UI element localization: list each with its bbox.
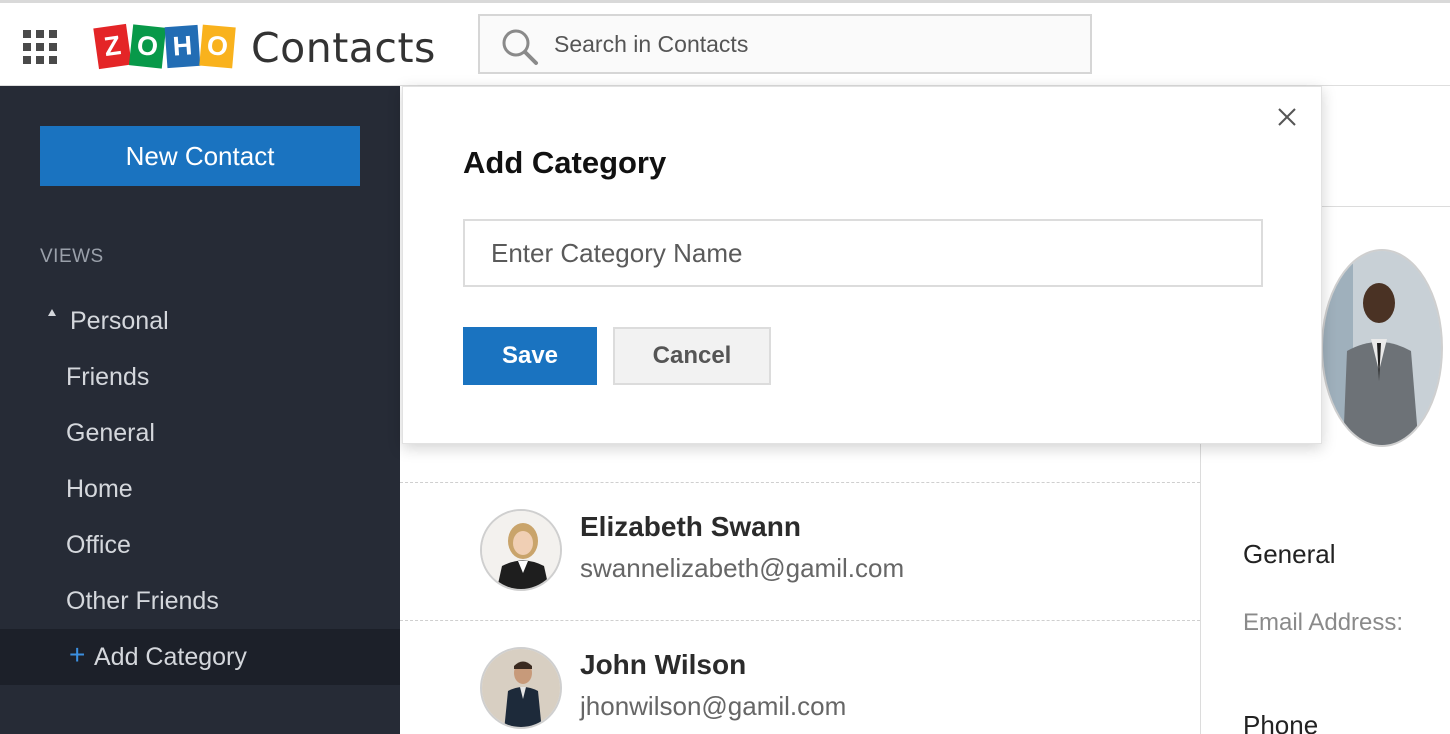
- logo-letter: H: [164, 24, 201, 68]
- contact-name: John Wilson: [580, 649, 747, 680]
- contact-email: jhonwilson@gamil.com: [580, 691, 847, 721]
- top-bar: Z O H O Contacts: [0, 0, 1450, 86]
- close-icon[interactable]: [1275, 105, 1299, 129]
- apps-grid-icon[interactable]: [23, 30, 57, 64]
- add-category-dialog: Add Category Save Cancel: [402, 86, 1322, 444]
- sidebar-item-friends[interactable]: Friends: [0, 349, 400, 405]
- search-input[interactable]: [554, 16, 1074, 72]
- add-category-label: Add Category: [94, 642, 247, 671]
- app-window: Z O H O Contacts New Contact VIEWS Perso…: [0, 0, 1450, 734]
- sidebar-item-general[interactable]: General: [0, 405, 400, 461]
- sidebar-item-label: Personal: [70, 306, 169, 335]
- sidebar-item-other-friends[interactable]: Other Friends: [0, 573, 400, 629]
- caret-up-icon: [48, 309, 56, 316]
- category-name-input[interactable]: [463, 219, 1263, 287]
- sidebar-item-home[interactable]: Home: [0, 461, 400, 517]
- sidebar-item-personal[interactable]: Personal: [0, 293, 400, 349]
- sidebar-item-label: Other Friends: [66, 586, 219, 615]
- phone-label: Phone: [1243, 710, 1319, 734]
- contact-email: swannelizabeth@gamil.com: [580, 553, 905, 583]
- sidebar: New Contact VIEWS Personal Friends Gener…: [0, 86, 400, 734]
- save-button[interactable]: Save: [463, 327, 597, 385]
- dialog-title: Add Category: [463, 145, 667, 180]
- logo-letter: O: [128, 23, 167, 69]
- avatar-image: [482, 649, 560, 727]
- app-title: Contacts: [251, 24, 436, 72]
- avatar: [480, 509, 562, 591]
- sidebar-item-office[interactable]: Office: [0, 517, 400, 573]
- sidebar-item-label: Home: [66, 474, 133, 503]
- views-heading: VIEWS: [40, 246, 104, 267]
- contact-row[interactable]: John Wilson jhonwilson@gamil.com: [400, 620, 1200, 734]
- profile-image: [1323, 251, 1441, 445]
- avatar: [480, 647, 562, 729]
- zoho-logo: Z O H O: [93, 22, 236, 70]
- logo-letter: O: [199, 24, 236, 68]
- sidebar-item-label: Friends: [66, 362, 150, 391]
- logo-letter: Z: [93, 23, 132, 69]
- contact-name: Elizabeth Swann: [580, 511, 801, 542]
- detail-section-general: General: [1243, 539, 1336, 569]
- profile-photo: [1321, 249, 1443, 447]
- contact-row[interactable]: Elizabeth Swann swannelizabeth@gamil.com: [400, 482, 1200, 620]
- search-icon: [502, 29, 538, 65]
- new-contact-button[interactable]: New Contact: [40, 126, 360, 186]
- avatar-image: [482, 511, 560, 589]
- cancel-button[interactable]: Cancel: [613, 327, 771, 385]
- sidebar-item-label: General: [66, 418, 155, 447]
- sidebar-item-label: Office: [66, 530, 131, 559]
- add-category-link[interactable]: + Add Category: [0, 629, 400, 685]
- plus-icon: +: [69, 639, 86, 670]
- search-box[interactable]: [478, 14, 1092, 74]
- email-address-label: Email Address:: [1243, 609, 1404, 636]
